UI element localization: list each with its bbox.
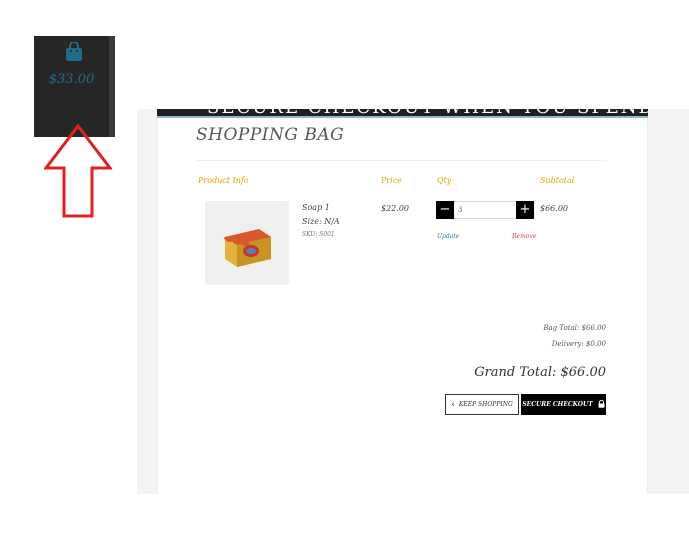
qty-decrease-button[interactable]: − (436, 201, 454, 219)
product-name[interactable]: Soap 1 (302, 203, 330, 212)
grand-total: Grand Total: $66.00 (474, 365, 606, 380)
soap-icon (223, 229, 271, 267)
keep-shopping-label: KEEP SHOPPING (458, 401, 513, 408)
product-size: Size: N/A (302, 217, 340, 226)
page-title: SHOPPING BAG (196, 125, 345, 145)
column-header-price: Price (381, 176, 402, 185)
product-image[interactable] (205, 201, 289, 285)
promo-banner: SECURE CHECKOUT WHEN YOU SPEND OVER $50 (157, 109, 648, 118)
shopping-bag-icon (65, 41, 83, 62)
chevron-left-icon: ‹ (451, 399, 455, 410)
bag-total: Bag Total: $66.00 (543, 324, 606, 332)
promo-text: SECURE CHECKOUT WHEN YOU SPEND OVER $50 (207, 109, 648, 116)
qty-input[interactable] (454, 201, 516, 219)
divider (196, 160, 607, 161)
lock-icon (598, 399, 605, 410)
product-subtotal: $66.00 (540, 204, 568, 213)
cart-panel (157, 109, 648, 494)
keep-shopping-button[interactable]: ‹ KEEP SHOPPING (445, 394, 519, 415)
mini-bag-total: $33.00 (48, 72, 95, 87)
column-header-product-info: Product Info (198, 176, 249, 185)
delivery-cost: Delivery: $0.00 (551, 340, 606, 348)
product-sku: SKU: S001 (302, 231, 335, 238)
column-header-qty: Qty (437, 176, 452, 185)
column-header-subtotal: Subtotal (540, 176, 575, 185)
mini-bag-widget[interactable]: $33.00 (34, 36, 115, 137)
update-link[interactable]: Update (437, 233, 459, 240)
remove-link[interactable]: Remove (512, 233, 536, 240)
secure-checkout-label: SECURE CHECKOUT (522, 401, 593, 408)
qty-increase-button[interactable]: + (516, 201, 534, 219)
secure-checkout-button[interactable]: SECURE CHECKOUT (521, 394, 606, 415)
red-up-arrow-annotation (44, 124, 112, 218)
product-price: $22.00 (381, 204, 409, 213)
